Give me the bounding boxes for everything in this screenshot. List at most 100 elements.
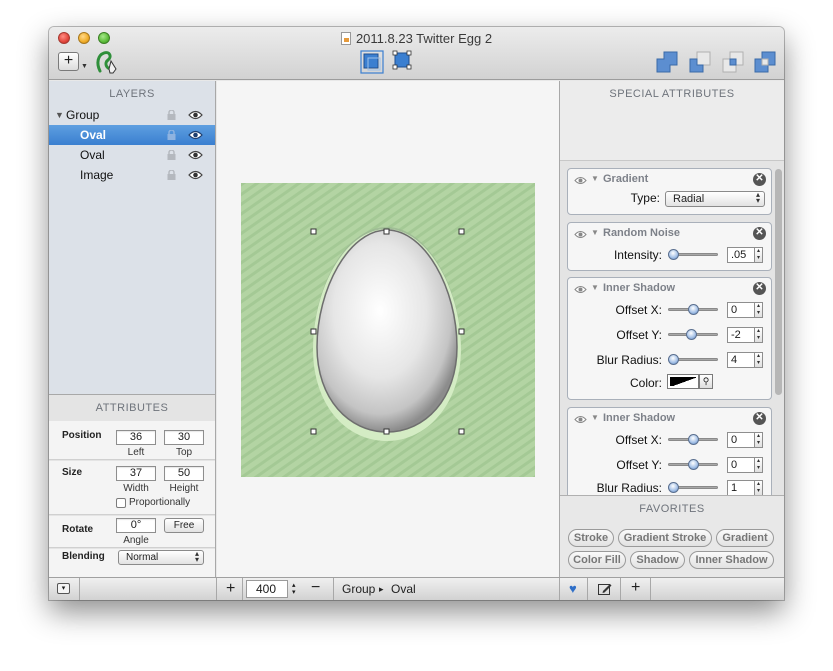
select-group-icon[interactable] (360, 50, 384, 74)
offset-y-stepper[interactable]: ▴ ▾ (755, 457, 763, 473)
blur-radius-stepper[interactable]: ▴ ▾ (755, 352, 763, 368)
pen-tool-icon[interactable] (94, 49, 120, 75)
disclosure-triangle-icon[interactable]: ▼ (591, 228, 599, 237)
select-object-icon[interactable] (392, 50, 416, 74)
favorite-gradient-stroke-button[interactable]: Gradient Stroke (618, 529, 712, 547)
lock-icon[interactable] (167, 130, 176, 140)
heart-icon[interactable]: ♥ (569, 581, 577, 596)
eye-icon[interactable] (188, 130, 203, 140)
blending-popup[interactable]: Normal ▴ ▾ (118, 550, 204, 565)
offset-x-label: Offset X: (615, 433, 662, 447)
gradient-type-popup[interactable]: Radial ▴ ▾ (665, 191, 765, 207)
handle-bottom-left[interactable] (310, 428, 317, 435)
proportionally-checkbox[interactable] (116, 498, 126, 508)
eye-icon[interactable] (188, 150, 203, 160)
color-picker-magnifier-icon[interactable]: ⚲ (699, 374, 713, 389)
left-field[interactable]: 36 (116, 430, 156, 445)
handle-top-left[interactable] (310, 228, 317, 235)
separator (587, 578, 588, 600)
zoom-field[interactable]: 400 (246, 580, 288, 598)
offset-y-field[interactable]: 0 (727, 457, 755, 473)
handle-middle-left[interactable] (310, 328, 317, 335)
blur-radius-field[interactable]: 4 (727, 352, 755, 368)
artwork-canvas[interactable] (241, 183, 535, 477)
offset-x-field[interactable]: 0 (727, 432, 755, 448)
eye-icon[interactable] (188, 110, 203, 120)
disclosure-triangle-icon[interactable]: ▼ (591, 413, 599, 422)
top-field[interactable]: 30 (164, 430, 204, 445)
layer-row-group[interactable]: ▼ Group (49, 105, 215, 125)
eye-icon[interactable] (574, 176, 587, 185)
disclosure-triangle-icon[interactable]: ▼ (55, 105, 64, 125)
offset-x-stepper[interactable]: ▴ ▾ (755, 302, 763, 318)
difference-icon[interactable] (753, 50, 777, 74)
toggle-panel-icon[interactable]: ▾ (57, 583, 70, 594)
breadcrumb-oval[interactable]: Oval (391, 582, 416, 596)
offset-y-slider-knob[interactable] (686, 329, 697, 340)
free-rotate-button[interactable]: Free (164, 518, 204, 533)
layers-panel: LAYERS ▼ Group Oval Oval Image (49, 81, 216, 394)
eye-icon[interactable] (574, 285, 587, 294)
offset-y-stepper[interactable]: ▴ ▾ (755, 327, 763, 343)
offset-y-field[interactable]: -2 (727, 327, 755, 343)
blur-radius-slider-knob[interactable] (668, 354, 679, 365)
blur-radius-field[interactable]: 1 (727, 480, 755, 496)
special-attributes-scrollbar[interactable] (775, 169, 782, 395)
zoom-in-button[interactable]: + (226, 580, 235, 598)
favorite-shadow-button[interactable]: Shadow (630, 551, 685, 569)
eye-icon[interactable] (574, 415, 587, 424)
blur-radius-slider-knob[interactable] (668, 482, 679, 493)
blur-radius-stepper[interactable]: ▴ ▾ (755, 480, 763, 496)
angle-field[interactable]: 0° (116, 518, 156, 533)
favorite-color-fill-button[interactable]: Color Fill (568, 551, 626, 569)
subtract-icon[interactable] (688, 50, 712, 74)
width-field[interactable]: 37 (116, 466, 156, 481)
layer-row-image[interactable]: Image (49, 165, 215, 185)
offset-x-slider-knob[interactable] (688, 434, 699, 445)
special-attributes-panel: SPECIAL ATTRIBUTES ▼ Gradient ✕ Type: Ra… (559, 81, 784, 577)
remove-noise-button[interactable]: ✕ (753, 227, 766, 240)
union-icon[interactable] (655, 50, 679, 74)
shadow-color-well[interactable] (667, 374, 699, 389)
eye-icon[interactable] (574, 230, 587, 239)
disclosure-triangle-icon[interactable]: ▼ (591, 174, 599, 183)
intensity-stepper[interactable]: ▴ ▾ (755, 247, 763, 263)
add-favorite-button[interactable]: + (631, 579, 640, 597)
size-label: Size (62, 467, 83, 478)
height-field[interactable]: 50 (164, 466, 204, 481)
layer-row-oval[interactable]: Oval (49, 145, 215, 165)
offset-x-stepper[interactable]: ▴ ▾ (755, 432, 763, 448)
handle-bottom-right[interactable] (458, 428, 465, 435)
inner-shadow-title: Inner Shadow (603, 412, 676, 424)
lock-icon[interactable] (167, 170, 176, 180)
intensity-field[interactable]: .05 (727, 247, 755, 263)
remove-gradient-button[interactable]: ✕ (753, 173, 766, 186)
remove-inner-shadow-button[interactable]: ✕ (753, 282, 766, 295)
canvas-area[interactable] (217, 81, 559, 577)
breadcrumb-group[interactable]: Group (342, 582, 375, 596)
add-menu-arrow-icon[interactable]: ▼ (81, 63, 88, 70)
offset-y-slider-knob[interactable] (688, 459, 699, 470)
handle-bottom-middle[interactable] (383, 428, 390, 435)
handle-top-middle[interactable] (383, 228, 390, 235)
handle-top-right[interactable] (458, 228, 465, 235)
remove-inner-shadow-button[interactable]: ✕ (753, 412, 766, 425)
favorite-gradient-button[interactable]: Gradient (716, 529, 774, 547)
layer-row-oval-selected[interactable]: Oval (49, 125, 215, 145)
edit-icon[interactable] (598, 583, 612, 595)
offset-x-slider-knob[interactable] (688, 304, 699, 315)
zoom-stepper[interactable]: ▴ ▾ (292, 582, 296, 596)
zoom-out-button[interactable]: − (311, 579, 320, 597)
eye-icon[interactable] (188, 170, 203, 180)
intensity-slider-knob[interactable] (668, 249, 679, 260)
lock-icon[interactable] (167, 150, 176, 160)
offset-x-field[interactable]: 0 (727, 302, 755, 318)
favorite-stroke-button[interactable]: Stroke (568, 529, 614, 547)
intersect-icon[interactable] (721, 50, 745, 74)
height-caption: Height (169, 483, 199, 494)
lock-icon[interactable] (167, 110, 176, 120)
handle-middle-right[interactable] (458, 328, 465, 335)
add-shape-button[interactable]: + (58, 52, 79, 71)
disclosure-triangle-icon[interactable]: ▼ (591, 283, 599, 292)
favorite-inner-shadow-button[interactable]: Inner Shadow (689, 551, 774, 569)
